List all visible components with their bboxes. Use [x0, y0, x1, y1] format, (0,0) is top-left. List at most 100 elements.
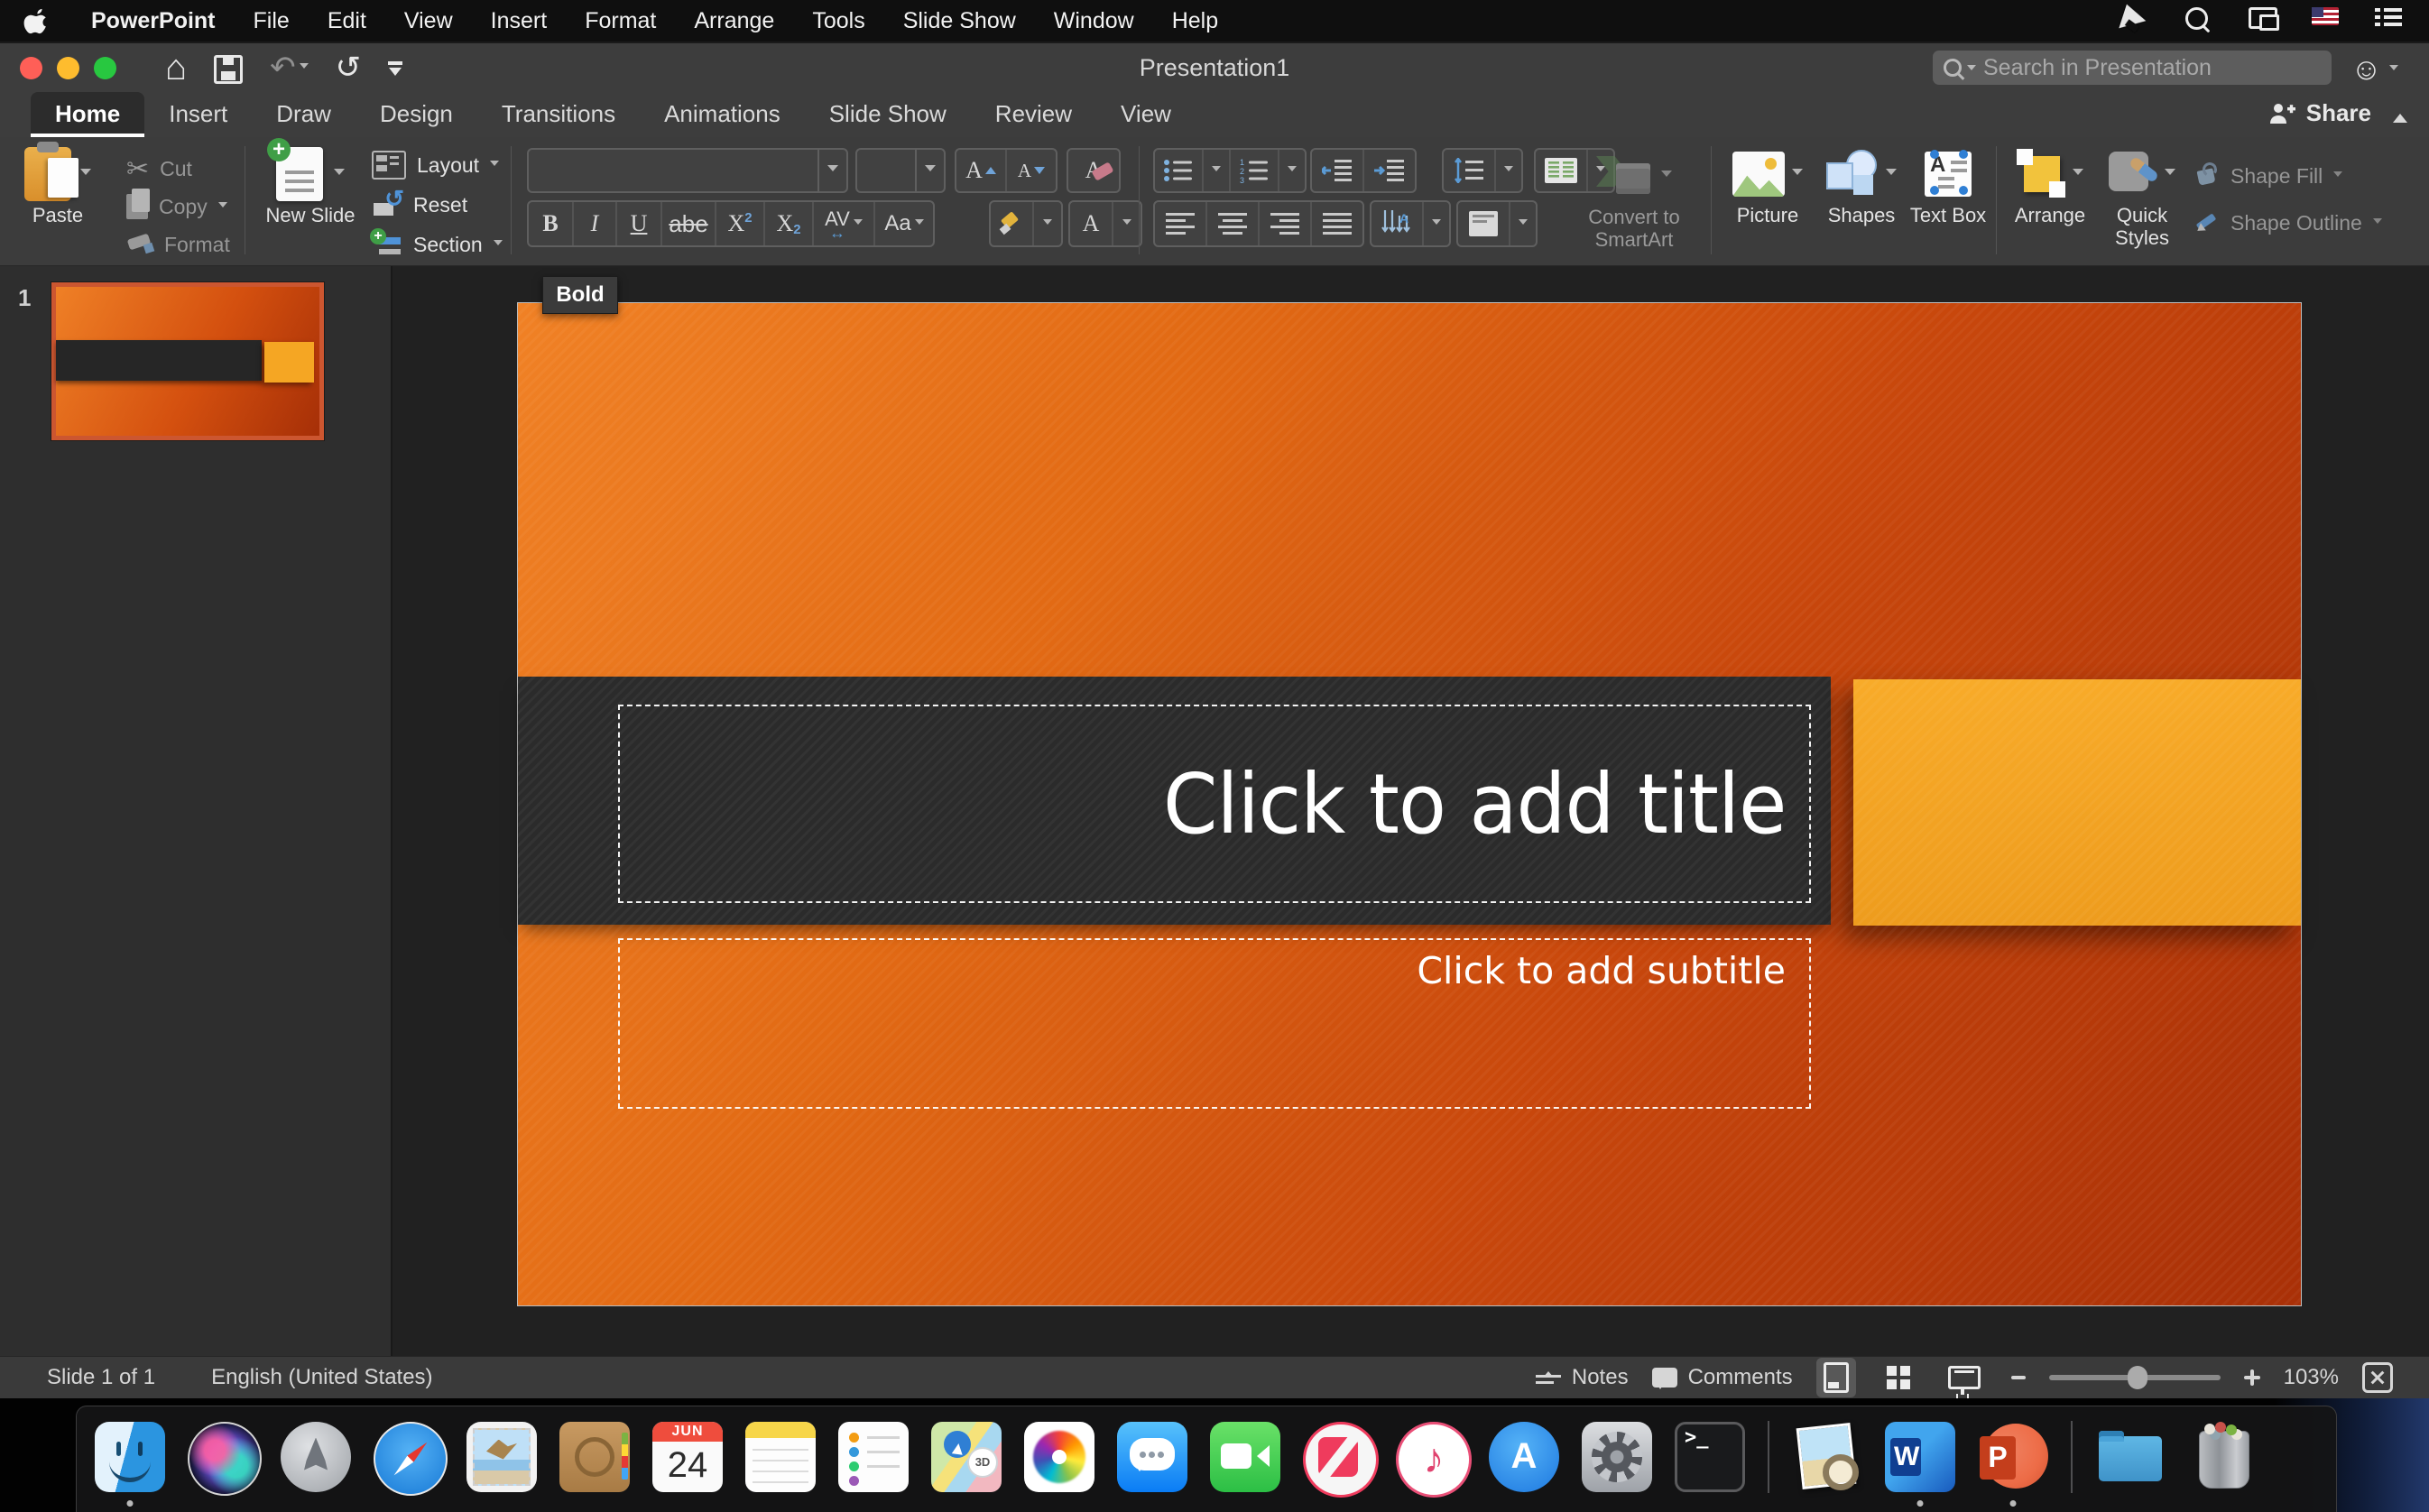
decrease-indent-button[interactable] — [1312, 150, 1364, 191]
menu-item-slide-show[interactable]: Slide Show — [884, 8, 1035, 34]
dock-item-itunes[interactable] — [1396, 1421, 1472, 1498]
share-button[interactable]: Share — [2268, 99, 2371, 127]
slide-editing-area[interactable]: Click to add title Click to add subtitle — [518, 303, 2301, 1305]
dock-item-messages[interactable] — [1117, 1421, 1187, 1492]
search-input[interactable] — [1981, 53, 2321, 82]
dock-item-trash[interactable] — [2188, 1422, 2258, 1492]
dock-item-safari[interactable] — [374, 1421, 448, 1496]
notes-toggle[interactable]: Notes — [1535, 1365, 1629, 1390]
dock-item-calendar[interactable]: JUN 24 — [652, 1421, 723, 1492]
align-center-button[interactable] — [1207, 202, 1260, 245]
font-size-select[interactable] — [855, 148, 946, 193]
menu-item-window[interactable]: Window — [1035, 8, 1153, 34]
align-text-button[interactable] — [1456, 200, 1538, 247]
dock-item-system-preferences[interactable] — [1582, 1421, 1652, 1492]
normal-view-button[interactable] — [1815, 1358, 1856, 1397]
language-indicator[interactable]: English (United States) — [211, 1365, 432, 1390]
align-left-button[interactable] — [1155, 202, 1207, 245]
section-button[interactable]: Section — [370, 226, 503, 263]
shape-outline-button[interactable]: Shape Outline — [2194, 207, 2382, 238]
new-slide-button[interactable]: New Slide — [258, 138, 363, 226]
slide-canvas[interactable]: Click to add title Click to add subtitle — [393, 266, 2429, 1356]
bullets-dropdown[interactable] — [1204, 150, 1231, 191]
format-painter-button[interactable]: Format — [126, 226, 230, 263]
pointer-icon[interactable] — [2119, 4, 2149, 36]
dock-item-app-store[interactable]: A — [1489, 1421, 1559, 1492]
menu-item-arrange[interactable]: Arrange — [675, 8, 793, 34]
slide-thumbnail[interactable] — [51, 282, 324, 440]
close-window-button[interactable] — [20, 56, 42, 79]
tab-animations[interactable]: Animations — [640, 92, 805, 137]
font-name-select[interactable] — [527, 148, 848, 193]
subscript-button[interactable]: X2 — [765, 202, 814, 245]
clear-formatting-button[interactable]: A — [1067, 148, 1121, 193]
zoom-slider-thumb[interactable] — [2128, 1366, 2148, 1389]
zoom-slider[interactable] — [2048, 1366, 2221, 1389]
menu-item-help[interactable]: Help — [1153, 8, 1237, 34]
slideshow-button[interactable] — [1941, 1361, 1988, 1395]
slide-sorter-view-button[interactable] — [1879, 1361, 1917, 1394]
displays-icon[interactable] — [2249, 7, 2277, 34]
dock-item-powerpoint[interactable]: P — [1978, 1422, 2048, 1507]
shrink-font-button[interactable]: A — [1007, 150, 1056, 191]
picture-button[interactable]: Picture — [1722, 144, 1814, 226]
align-right-button[interactable] — [1260, 202, 1312, 245]
comments-toggle[interactable]: Comments — [1651, 1365, 1793, 1390]
tab-review[interactable]: Review — [971, 92, 1096, 137]
tab-design[interactable]: Design — [356, 92, 477, 137]
tab-draw[interactable]: Draw — [252, 92, 356, 137]
strikethrough-button[interactable]: abe — [662, 202, 716, 245]
tab-transitions[interactable]: Transitions — [477, 92, 640, 137]
apple-logo-icon[interactable] — [23, 7, 51, 34]
quick-styles-button[interactable]: Quick Styles — [2099, 144, 2185, 249]
numbering-button[interactable]: 123 — [1231, 150, 1279, 191]
cut-button[interactable]: Cut — [126, 150, 230, 188]
redo-button[interactable] — [336, 52, 362, 83]
justify-button[interactable] — [1312, 202, 1362, 245]
feedback-smiley-icon[interactable] — [2350, 52, 2398, 88]
menu-item-edit[interactable]: Edit — [309, 8, 385, 34]
menu-item-format[interactable]: Format — [566, 8, 675, 34]
underline-button[interactable]: U — [617, 202, 662, 245]
spotlight-icon[interactable] — [2185, 7, 2212, 34]
dock-item-preview[interactable] — [1792, 1422, 1862, 1492]
us-flag-input-icon[interactable] — [2312, 7, 2339, 34]
dock-item-terminal[interactable]: >_ — [1675, 1421, 1745, 1492]
search-box[interactable] — [1933, 51, 2332, 85]
layout-button[interactable]: Layout — [372, 146, 503, 184]
reset-button[interactable]: Reset — [372, 185, 503, 224]
dock-item-maps[interactable]: 3D — [931, 1421, 1002, 1492]
collapse-ribbon-icon[interactable] — [2393, 106, 2407, 123]
tab-home[interactable]: Home — [31, 92, 145, 137]
home-icon[interactable] — [165, 50, 187, 86]
line-spacing-dropdown[interactable] — [1496, 150, 1521, 191]
bold-button[interactable]: B — [529, 202, 574, 245]
numbering-dropdown[interactable] — [1279, 150, 1305, 191]
dock-item-reminders[interactable] — [838, 1421, 909, 1492]
arrange-button[interactable]: Arrange — [2005, 144, 2095, 226]
menu-item-tools[interactable]: Tools — [793, 8, 883, 34]
customize-toolbar-icon[interactable] — [388, 61, 402, 82]
menu-item-view[interactable]: View — [385, 8, 472, 34]
dock-item-news[interactable] — [1303, 1421, 1379, 1498]
zoom-window-button[interactable] — [94, 56, 116, 79]
dock-item-mail[interactable] — [466, 1421, 537, 1492]
dock-item-siri[interactable] — [188, 1421, 262, 1496]
shapes-button[interactable]: Shapes — [1815, 144, 1907, 226]
fit-slide-icon[interactable] — [2362, 1362, 2393, 1393]
zoom-in-icon[interactable] — [2243, 1369, 2260, 1386]
dock-item-notes[interactable] — [745, 1421, 816, 1492]
title-placeholder[interactable]: Click to add title — [618, 705, 1811, 903]
dock-item-finder[interactable] — [95, 1421, 165, 1507]
menu-item-insert[interactable]: Insert — [472, 8, 567, 34]
font-color-button[interactable]: A — [1068, 200, 1142, 247]
copy-button[interactable]: Copy — [126, 188, 230, 226]
save-icon[interactable] — [214, 55, 244, 84]
zoom-out-icon[interactable] — [2010, 1376, 2026, 1379]
paste-button[interactable]: Paste — [11, 142, 105, 226]
highlight-dropdown[interactable] — [1034, 202, 1061, 245]
convert-to-smartart-button[interactable]: Convert to SmartArt — [1557, 146, 1711, 251]
italic-button[interactable]: I — [574, 202, 617, 245]
text-direction-button[interactable]: A — [1370, 200, 1451, 247]
increase-indent-button[interactable] — [1364, 150, 1415, 191]
